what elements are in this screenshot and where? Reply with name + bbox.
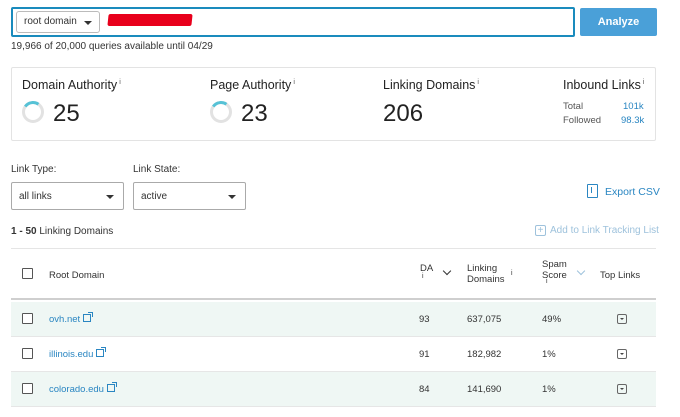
domain-link[interactable]: colorado.edu xyxy=(49,382,117,395)
link-type-label: Link Type: xyxy=(11,164,57,175)
table-row: illinois.edu 91 182,982 1% xyxy=(11,337,656,372)
row-checkbox[interactable] xyxy=(22,348,33,359)
inbound-links-label: Inbound Links i xyxy=(563,78,645,92)
analyze-button[interactable]: Analyze xyxy=(580,8,657,36)
scope-select[interactable]: root domain xyxy=(16,11,100,33)
row-checkbox[interactable] xyxy=(22,313,33,324)
link-state-label: Link State: xyxy=(133,164,181,175)
linking-domains-header[interactable]: Linking Domains xyxy=(467,263,505,285)
page-authority-label: Page Authority i xyxy=(210,78,295,92)
table-row: colorado.edu 84 141,690 1% xyxy=(11,372,656,407)
root-domain-header[interactable]: Root Domain xyxy=(49,270,104,281)
add-icon: + xyxy=(535,225,546,236)
info-icon[interactable]: i xyxy=(643,79,645,86)
spam-score-cell: 1% xyxy=(542,384,556,395)
inbound-total-label: Total xyxy=(563,101,584,112)
select-all-checkbox[interactable] xyxy=(22,268,33,279)
info-icon[interactable]: i xyxy=(511,270,513,277)
domain-authority-value: 25 xyxy=(53,100,80,127)
link-type-select[interactable]: all links xyxy=(11,182,124,210)
info-icon[interactable]: i xyxy=(546,278,548,285)
domain-link[interactable]: ovh.net xyxy=(49,312,94,325)
query-quota: 19,966 of 20,000 queries available until… xyxy=(11,41,213,52)
top-links-dropdown-icon[interactable] xyxy=(617,314,627,324)
info-icon[interactable]: i xyxy=(119,79,121,86)
scope-select-value: root domain xyxy=(24,16,77,27)
link-state-select[interactable]: active xyxy=(133,182,246,210)
top-links-dropdown-icon[interactable] xyxy=(617,349,627,359)
page-authority-value: 23 xyxy=(241,100,268,127)
row-checkbox[interactable] xyxy=(22,383,33,394)
inbound-followed-label: Followed xyxy=(563,115,602,126)
link-type-value: all links xyxy=(19,191,52,202)
add-to-tracking-button[interactable]: Add to Link Tracking List xyxy=(550,225,659,236)
external-link-icon[interactable] xyxy=(83,312,94,322)
export-icon[interactable] xyxy=(587,184,598,198)
linking-domains-value: 206 xyxy=(383,100,424,127)
da-cell: 91 xyxy=(419,349,430,360)
page-authority-ring xyxy=(208,99,234,125)
inbound-followed-value[interactable]: 98.3k xyxy=(621,115,644,126)
domain-authority-ring xyxy=(20,99,46,125)
caret-down-icon xyxy=(84,21,92,25)
top-links-header: Top Links xyxy=(600,270,641,281)
da-cell: 93 xyxy=(419,314,430,325)
spam-score-cell: 1% xyxy=(542,349,556,360)
info-icon[interactable]: i xyxy=(422,273,424,280)
da-cell: 84 xyxy=(419,384,430,395)
link-state-value: active xyxy=(141,191,168,202)
domain-authority-label: Domain Authority i xyxy=(22,78,121,92)
top-links-dropdown-icon[interactable] xyxy=(617,384,627,394)
linking-domains-cell: 637,075 xyxy=(467,314,502,325)
results-range: 1 - 50 Linking Domains xyxy=(11,226,114,237)
inbound-total-value[interactable]: 101k xyxy=(623,101,644,112)
redacted-query xyxy=(107,14,193,26)
caret-down-icon xyxy=(228,195,236,199)
external-link-icon[interactable] xyxy=(106,382,117,392)
caret-down-icon xyxy=(106,195,114,199)
domain-link[interactable]: illinois.edu xyxy=(49,347,107,360)
linking-domains-label: Linking Domains i xyxy=(383,78,479,92)
info-icon[interactable]: i xyxy=(477,79,479,86)
table-row: ovh.net 93 637,075 49% xyxy=(11,302,656,337)
spam-score-cell: 49% xyxy=(542,314,562,325)
info-icon[interactable]: i xyxy=(293,79,295,86)
linking-domains-cell: 182,982 xyxy=(467,349,502,360)
linking-domains-cell: 141,690 xyxy=(467,384,502,395)
export-csv-button[interactable]: Export CSV xyxy=(605,186,660,198)
external-link-icon[interactable] xyxy=(96,347,107,357)
